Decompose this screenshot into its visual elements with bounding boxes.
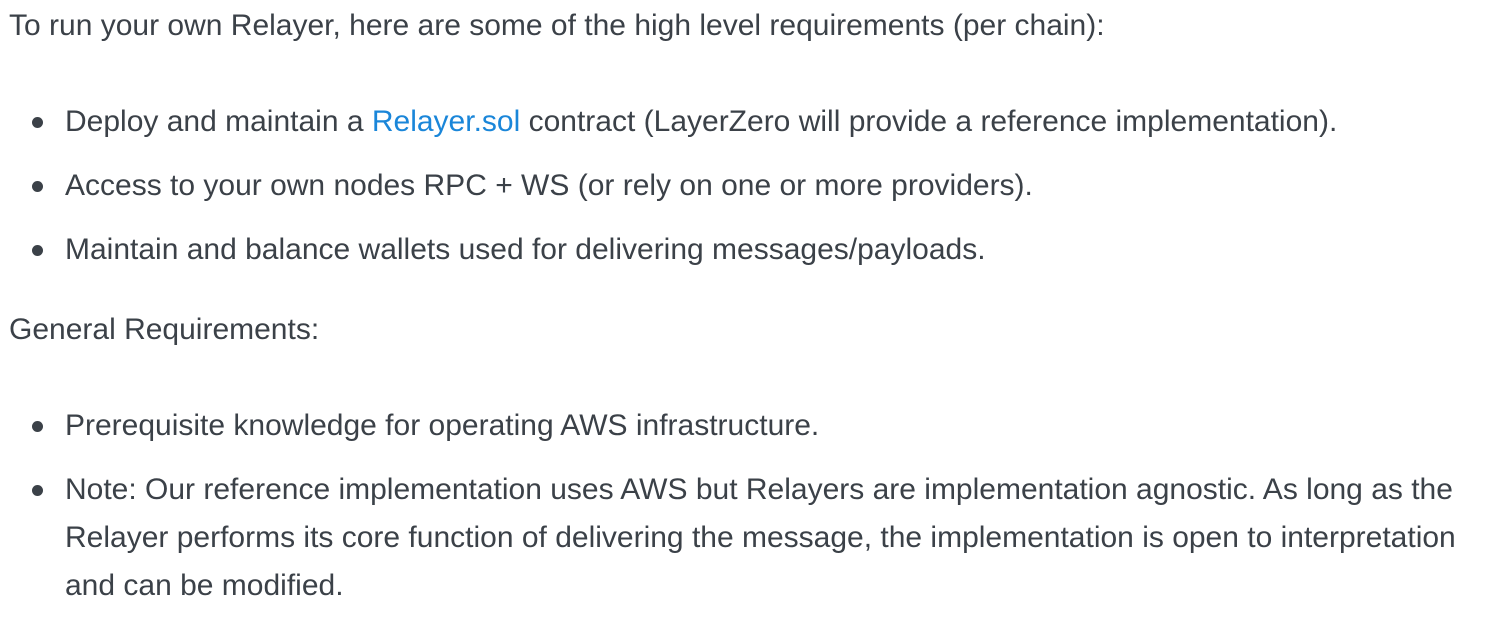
general-requirements-list: Prerequisite knowledge for operating AWS… [9, 402, 1495, 610]
list-item-text-after: contract (LayerZero will provide a refer… [520, 105, 1338, 138]
list-item-text: Access to your own nodes RPC + WS (or re… [65, 169, 1033, 202]
list-item: Maintain and balance wallets used for de… [9, 226, 1495, 274]
list-item: Prerequisite knowledge for operating AWS… [9, 402, 1495, 450]
bullet-icon [32, 421, 43, 432]
list-item: Note: Our reference implementation uses … [9, 466, 1495, 610]
list-item-text: Note: Our reference implementation uses … [65, 473, 1456, 602]
bullet-icon [32, 485, 43, 496]
bullet-icon [32, 117, 43, 128]
document-content: To run your own Relayer, here are some o… [9, 0, 1495, 626]
bullet-icon [32, 245, 43, 256]
chain-requirements-list: Deploy and maintain a Relayer.sol contra… [9, 98, 1495, 274]
general-requirements-heading: General Requirements: [9, 313, 320, 346]
list-item-text-before: Deploy and maintain a [65, 105, 372, 138]
intro-paragraph: To run your own Relayer, here are some o… [9, 9, 1105, 42]
bullet-icon [32, 181, 43, 192]
list-item-text: Prerequisite knowledge for operating AWS… [65, 409, 820, 442]
list-item: Access to your own nodes RPC + WS (or re… [9, 162, 1495, 210]
list-item: Deploy and maintain a Relayer.sol contra… [9, 98, 1495, 146]
relayer-sol-link[interactable]: Relayer.sol [372, 105, 520, 138]
list-item-text: Maintain and balance wallets used for de… [65, 233, 986, 266]
